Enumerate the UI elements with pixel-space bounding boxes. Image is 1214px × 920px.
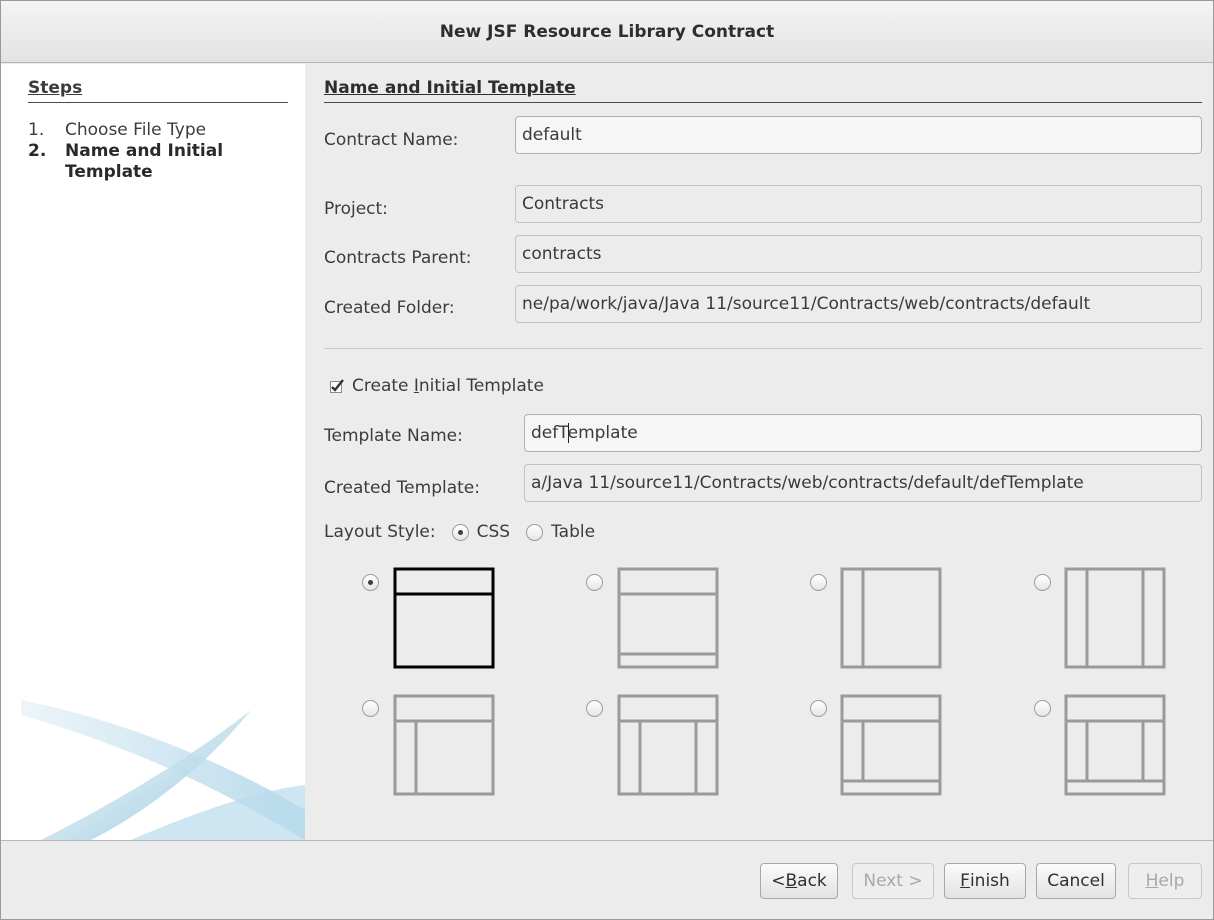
next-button[interactable]: Next > (852, 863, 934, 899)
step-label: Choose File Type (65, 120, 207, 140)
table-radio[interactable] (526, 523, 544, 541)
css-radio-label[interactable]: CSS (477, 522, 510, 542)
contract-name-label: Contract Name: (324, 130, 459, 150)
dialog-window: New JSF Resource Library Contract Steps … (0, 0, 1214, 920)
step-number: 1. (28, 120, 45, 140)
step-item-current: 2. Name and Initial Template (28, 141, 288, 183)
template-radio-2[interactable] (586, 574, 603, 591)
created-folder-field[interactable]: ne/pa/work/java/Java 11/source11/Contrac… (515, 285, 1202, 323)
steps-panel: Steps 1. Choose File Type 2. Name and In… (1, 64, 305, 840)
left-sidebar-layout-icon[interactable] (840, 567, 942, 669)
contracts-parent-field[interactable]: contracts (515, 235, 1202, 273)
decorative-swoosh-graphic (21, 700, 305, 840)
template-name-label: Template Name: (324, 426, 463, 446)
template-radio-7[interactable] (810, 700, 827, 717)
table-radio-label[interactable]: Table (551, 522, 595, 542)
header-content-footer-layout-icon[interactable] (617, 567, 719, 669)
step-item: 1. Choose File Type (28, 120, 288, 141)
created-folder-label: Created Folder: (324, 298, 455, 318)
created-template-field[interactable]: a/Java 11/source11/Contracts/web/contrac… (524, 464, 1202, 502)
header-left-right-sidebar-layout-icon[interactable] (617, 694, 719, 796)
button-bar: < Back Next > Finish Cancel Help (1, 840, 1213, 919)
template-radio-1[interactable] (362, 574, 379, 591)
template-radio-6[interactable] (586, 700, 603, 717)
create-template-checkbox[interactable]: Create Initial Template (330, 376, 544, 396)
template-radio-8[interactable] (1034, 700, 1051, 717)
section-title: Name and Initial Template (324, 78, 1202, 103)
layout-style-row: Layout Style: CSS Table (324, 522, 595, 542)
header-left-sidebar-layout-icon[interactable] (393, 694, 495, 796)
create-template-label: Create Initial Template (352, 376, 544, 396)
template-radio-4[interactable] (1034, 574, 1051, 591)
step-number: 2. (28, 141, 47, 161)
project-label: Project: (324, 199, 388, 219)
contracts-parent-label: Contracts Parent: (324, 248, 472, 268)
created-template-label: Created Template: (324, 478, 480, 498)
steps-list: 1. Choose File Type 2. Name and Initial … (28, 120, 288, 183)
header-left-right-sidebar-footer-layout-icon[interactable] (1064, 694, 1166, 796)
template-radio-3[interactable] (810, 574, 827, 591)
checkbox-checked-icon[interactable] (330, 379, 344, 393)
back-button[interactable]: < Back (760, 863, 838, 899)
main-panel: Name and Initial Template Contract Name:… (305, 64, 1213, 840)
header-content-layout-icon[interactable] (393, 567, 495, 669)
css-radio[interactable] (451, 523, 469, 541)
header-left-sidebar-footer-layout-icon[interactable] (840, 694, 942, 796)
step-label: Name and Initial Template (65, 141, 224, 182)
template-name-field[interactable]: defTemplate (524, 414, 1202, 452)
separator (324, 348, 1202, 349)
finish-button[interactable]: Finish (944, 863, 1026, 899)
title-bar[interactable]: New JSF Resource Library Contract (1, 1, 1213, 63)
steps-heading: Steps (28, 78, 288, 103)
left-right-sidebar-layout-icon[interactable] (1064, 567, 1166, 669)
cancel-button[interactable]: Cancel (1036, 863, 1116, 899)
help-button[interactable]: Help (1128, 863, 1202, 899)
layout-style-label: Layout Style: (324, 522, 436, 542)
contract-name-field[interactable]: default (515, 116, 1202, 154)
template-radio-5[interactable] (362, 700, 379, 717)
project-field[interactable]: Contracts (515, 185, 1202, 223)
window-title: New JSF Resource Library Contract (439, 21, 775, 42)
